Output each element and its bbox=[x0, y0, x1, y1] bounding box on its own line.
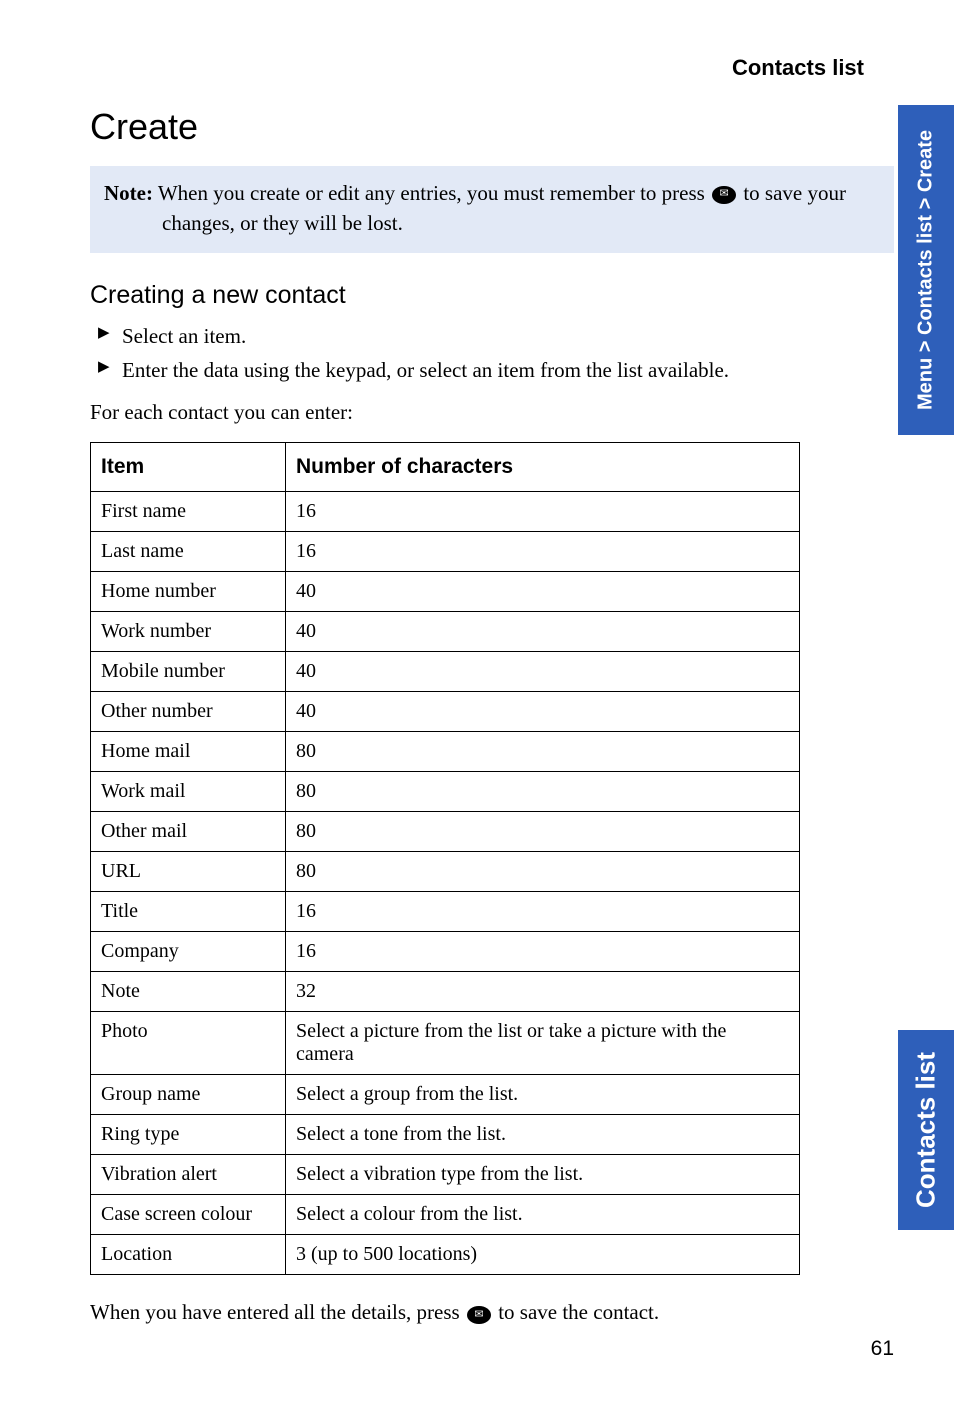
note-text-before-icon: When you create or edit any entries, you… bbox=[158, 181, 710, 205]
side-tab-breadcrumb: Menu > Contacts list > Create bbox=[898, 105, 954, 435]
cell-value: 16 bbox=[286, 892, 800, 932]
table-header-chars: Number of characters bbox=[286, 443, 800, 492]
header-section-title: Contacts list bbox=[90, 55, 864, 81]
cell-value: 32 bbox=[286, 972, 800, 1012]
cell-value: 16 bbox=[286, 532, 800, 572]
bullet-list: Select an item. Enter the data using the… bbox=[90, 320, 894, 387]
cell-value: 40 bbox=[286, 572, 800, 612]
cell-value: 40 bbox=[286, 692, 800, 732]
cell-value: 80 bbox=[286, 732, 800, 772]
cell-item: Other number bbox=[91, 692, 286, 732]
cell-value: Select a vibration type from the list. bbox=[286, 1155, 800, 1195]
table-row: Home mail80 bbox=[91, 732, 800, 772]
cell-value: 3 (up to 500 locations) bbox=[286, 1235, 800, 1275]
table-row: Home number40 bbox=[91, 572, 800, 612]
table-row: Other number40 bbox=[91, 692, 800, 732]
cell-item: Last name bbox=[91, 532, 286, 572]
cell-value: 80 bbox=[286, 812, 800, 852]
footer-text: When you have entered all the details, p… bbox=[90, 1297, 894, 1329]
table-row: Ring typeSelect a tone from the list. bbox=[91, 1115, 800, 1155]
cell-value: 40 bbox=[286, 652, 800, 692]
save-key-icon bbox=[467, 1306, 491, 1324]
table-row: Work number40 bbox=[91, 612, 800, 652]
list-item: Enter the data using the keypad, or sele… bbox=[90, 354, 894, 387]
cell-item: URL bbox=[91, 852, 286, 892]
cell-item: Work number bbox=[91, 612, 286, 652]
cell-item: First name bbox=[91, 492, 286, 532]
cell-item: Other mail bbox=[91, 812, 286, 852]
footer-before-icon: When you have entered all the details, p… bbox=[90, 1300, 465, 1324]
side-tab-section: Contacts list bbox=[898, 1030, 954, 1230]
cell-item: Group name bbox=[91, 1075, 286, 1115]
cell-item: Home mail bbox=[91, 732, 286, 772]
table-header-item: Item bbox=[91, 443, 286, 492]
table-row: Note32 bbox=[91, 972, 800, 1012]
cell-item: Photo bbox=[91, 1012, 286, 1075]
cell-item: Company bbox=[91, 932, 286, 972]
cell-value: 16 bbox=[286, 932, 800, 972]
table-row: First name16 bbox=[91, 492, 800, 532]
footer-after-icon: to save the contact. bbox=[498, 1300, 659, 1324]
cell-item: Note bbox=[91, 972, 286, 1012]
cell-item: Mobile number bbox=[91, 652, 286, 692]
page-title: Create bbox=[90, 106, 894, 148]
table-row: Mobile number40 bbox=[91, 652, 800, 692]
page-number: 61 bbox=[871, 1337, 894, 1361]
table-row: Other mail80 bbox=[91, 812, 800, 852]
cell-value: Select a group from the list. bbox=[286, 1075, 800, 1115]
cell-item: Case screen colour bbox=[91, 1195, 286, 1235]
cell-value: Select a picture from the list or take a… bbox=[286, 1012, 800, 1075]
table-row: Company16 bbox=[91, 932, 800, 972]
cell-item: Work mail bbox=[91, 772, 286, 812]
intro-text: For each contact you can enter: bbox=[90, 397, 894, 429]
cell-item: Vibration alert bbox=[91, 1155, 286, 1195]
table-header-row: Item Number of characters bbox=[91, 443, 800, 492]
cell-value: 80 bbox=[286, 772, 800, 812]
table-row: Title16 bbox=[91, 892, 800, 932]
cell-value: 80 bbox=[286, 852, 800, 892]
cell-item: Location bbox=[91, 1235, 286, 1275]
note-text-after-icon: to save your bbox=[743, 181, 846, 205]
cell-value: Select a colour from the list. bbox=[286, 1195, 800, 1235]
note-box: Note: When you create or edit any entrie… bbox=[90, 166, 894, 253]
cell-value: 40 bbox=[286, 612, 800, 652]
cell-value: Select a tone from the list. bbox=[286, 1115, 800, 1155]
cell-value: 16 bbox=[286, 492, 800, 532]
table-row: Last name16 bbox=[91, 532, 800, 572]
cell-item: Home number bbox=[91, 572, 286, 612]
table-row: Vibration alertSelect a vibration type f… bbox=[91, 1155, 800, 1195]
table-row: Work mail80 bbox=[91, 772, 800, 812]
table-row: PhotoSelect a picture from the list or t… bbox=[91, 1012, 800, 1075]
contact-fields-table: Item Number of characters First name16 L… bbox=[90, 442, 800, 1275]
list-item: Select an item. bbox=[90, 320, 894, 353]
subheading: Creating a new contact bbox=[90, 281, 894, 310]
page: Contacts list Create Note: When you crea… bbox=[0, 0, 954, 1409]
table-row: Location3 (up to 500 locations) bbox=[91, 1235, 800, 1275]
note-label: Note: bbox=[104, 181, 153, 205]
table-row: Group nameSelect a group from the list. bbox=[91, 1075, 800, 1115]
save-key-icon bbox=[712, 186, 736, 204]
cell-item: Ring type bbox=[91, 1115, 286, 1155]
cell-item: Title bbox=[91, 892, 286, 932]
table-row: URL80 bbox=[91, 852, 800, 892]
table-row: Case screen colourSelect a colour from t… bbox=[91, 1195, 800, 1235]
note-text-line2: changes, or they will be lost. bbox=[162, 208, 880, 238]
